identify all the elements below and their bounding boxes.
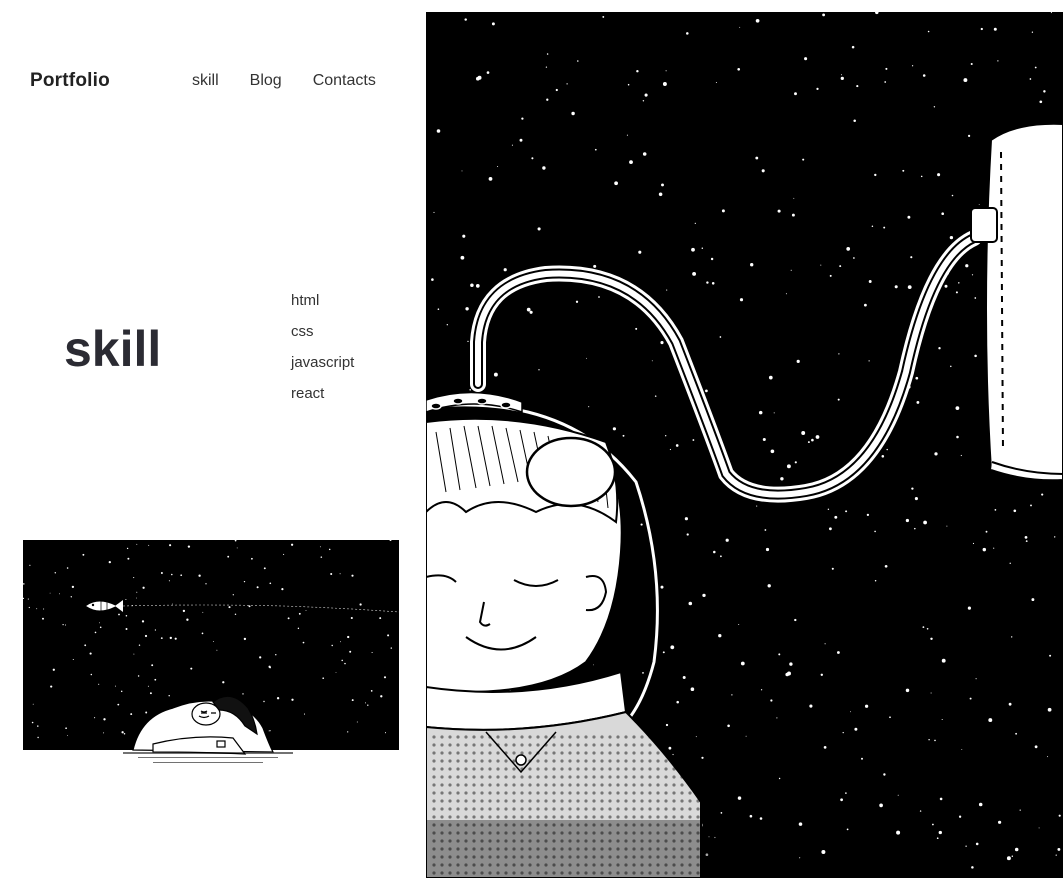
skill-item-css: css [291,323,314,340]
nav-link-blog[interactable]: Blog [250,72,282,90]
main-nav: skill Blog Contacts [192,72,376,90]
sleeping-dreamer-illustration [23,538,399,768]
skill-item-html: html [291,292,320,309]
section-title: skill [64,321,162,377]
nav-link-skill[interactable]: skill [192,72,219,90]
site-logo[interactable]: Portfolio [30,70,110,92]
skill-list: html css javascript react [291,292,354,416]
nav-link-contacts[interactable]: Contacts [313,72,376,90]
skill-item-javascript: javascript [291,354,355,371]
astronaut-book-illustration [426,12,1063,878]
astronaut-boy [426,417,623,694]
skill-item-react: react [291,385,325,402]
